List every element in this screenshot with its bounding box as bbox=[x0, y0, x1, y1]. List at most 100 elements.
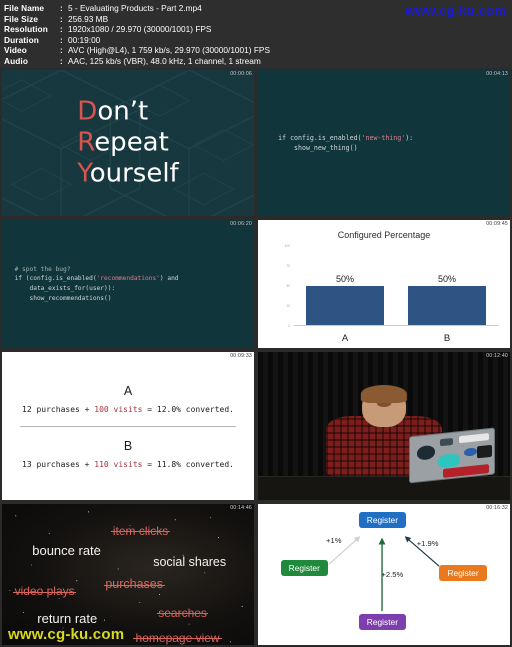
bar-b bbox=[408, 285, 486, 325]
thumbnail-timestamp: 00:00:06 bbox=[230, 71, 252, 77]
chart-bar-group-a: 50% bbox=[306, 246, 384, 325]
thumbnail-code-spot-the-bug[interactable]: # spot the bug? if (config.is_enabled('r… bbox=[0, 218, 256, 350]
dry-rest-d: on’t bbox=[97, 96, 149, 127]
thumbnail-register-diagram[interactable]: Register Register Register Register +1% … bbox=[256, 502, 512, 647]
sticker-dot-icon bbox=[463, 447, 478, 458]
sticker-circle-icon bbox=[416, 444, 436, 461]
metadata-label: File Name bbox=[4, 3, 45, 13]
word-bounce-rate: bounce rate bbox=[32, 543, 101, 559]
y-tick-label: 0 bbox=[288, 324, 290, 328]
metadata-separator: : bbox=[60, 45, 63, 55]
dry-slide-frame: Don’t Repeat Yourself bbox=[2, 70, 254, 216]
word-cloud-frame: item clicks bounce rate social shares vi… bbox=[2, 504, 254, 645]
metadata-separator: : bbox=[60, 13, 63, 24]
file-metadata-header: File Name : 5 - Evaluating Products - Pa… bbox=[0, 0, 512, 66]
metadata-label: File Size bbox=[4, 13, 39, 24]
word-homepage-view: homepage view bbox=[133, 630, 223, 645]
group-b-pre: 13 purchases + bbox=[22, 459, 95, 469]
sticker-dark-icon bbox=[477, 445, 493, 459]
dry-rest-r: epeat bbox=[94, 127, 169, 158]
ab-comparison-slide: A 12 purchases + 100 visits = 12.0% conv… bbox=[2, 352, 254, 500]
dry-line-1: Don’t bbox=[77, 97, 178, 128]
y-tick-label: 75 bbox=[286, 264, 290, 268]
thumbnail-timestamp: 00:09:33 bbox=[230, 353, 252, 359]
chart-y-axis: 100 75 50 25 0 bbox=[278, 244, 292, 328]
thumbnail-timestamp: 00:16:32 bbox=[486, 505, 508, 511]
word-return-rate: return rate bbox=[37, 611, 98, 627]
register-node-right[interactable]: Register bbox=[439, 564, 487, 581]
bar-a bbox=[306, 285, 384, 325]
bar-value-label: 50% bbox=[335, 273, 354, 284]
register-node-top[interactable]: Register bbox=[358, 512, 406, 529]
code-line1-pre: if (config.is_enabled( bbox=[14, 275, 97, 283]
code-line1-pre: if config.is_enabled( bbox=[278, 134, 362, 142]
metadata-row: Audio : AAC, 125 kb/s (VBR), 48.0 kHz, 1… bbox=[4, 56, 512, 67]
word-social-shares: social shares bbox=[153, 554, 227, 569]
group-a-post: = 12.0% converted. bbox=[142, 404, 234, 414]
thumbnail-grid: Don’t Repeat Yourself 00:00:06 if config… bbox=[0, 68, 512, 647]
code-slide-1: if config.is_enabled('new-thing'): show_… bbox=[258, 70, 510, 216]
x-tick-label: B bbox=[443, 333, 451, 344]
webcam-frame bbox=[258, 352, 510, 500]
chart-x-axis: A B bbox=[294, 333, 498, 344]
metadata-separator: : bbox=[60, 3, 63, 13]
code-line1-post: ) and bbox=[159, 275, 179, 283]
site-watermark-top: www.cg-ku.com bbox=[404, 3, 506, 18]
edge-label-right: +1.9% bbox=[416, 539, 439, 549]
sticker-banner-icon bbox=[458, 432, 489, 444]
word-purchases: purchases bbox=[103, 577, 165, 592]
thumbnail-presenter-webcam[interactable]: 00:12:40 bbox=[256, 350, 512, 502]
desk-surface bbox=[258, 476, 510, 500]
code-line1-string: 'new-thing' bbox=[361, 134, 406, 142]
chart-title: Configured Percentage bbox=[337, 230, 431, 240]
code-line1-post: ): bbox=[405, 134, 414, 142]
metadata-value: 256.93 MB bbox=[68, 13, 109, 24]
register-variants-diagram: Register Register Register Register +1% … bbox=[258, 504, 510, 645]
metadata-row: Duration : 00:19:00 bbox=[4, 35, 512, 46]
thumbnail-code-feature-flag[interactable]: if config.is_enabled('new-thing'): show_… bbox=[256, 68, 512, 218]
metadata-value: AAC, 125 kb/s (VBR), 48.0 kHz, 1 channel… bbox=[68, 55, 261, 66]
code-line2: data_exists_for(user)): bbox=[14, 285, 116, 292]
metadata-separator: : bbox=[60, 55, 63, 66]
y-tick-label: 100 bbox=[284, 244, 290, 248]
dry-acronym-text: Don’t Repeat Yourself bbox=[77, 97, 178, 190]
metadata-value: 00:19:00 bbox=[68, 34, 101, 45]
code-line1-string: 'recommendations' bbox=[96, 275, 160, 283]
group-b-post: = 11.8% converted. bbox=[142, 459, 234, 469]
edge-label-bottom: +2.5% bbox=[381, 570, 404, 580]
metadata-separator: : bbox=[60, 24, 63, 34]
chart-plot-area: 100 75 50 25 0 50% 50% bbox=[278, 244, 502, 328]
metadata-label: Duration bbox=[4, 34, 39, 45]
register-node-bottom[interactable]: Register bbox=[358, 613, 406, 630]
bar-value-label: 50% bbox=[437, 273, 456, 284]
presenter-hair bbox=[360, 384, 408, 403]
code-block: if config.is_enabled('new-thing'): show_… bbox=[278, 133, 413, 153]
metadata-value: 5 - Evaluating Products - Part 2.mp4 bbox=[68, 3, 202, 13]
dry-cap-r: R bbox=[77, 127, 95, 158]
thumbnail-ab-conversion[interactable]: A 12 purchases + 100 visits = 12.0% conv… bbox=[0, 350, 256, 502]
y-tick-label: 25 bbox=[286, 304, 290, 308]
laptop bbox=[409, 427, 495, 484]
thumbnail-dry-slide[interactable]: Don’t Repeat Yourself 00:00:06 bbox=[0, 68, 256, 218]
group-b-letter: B bbox=[123, 438, 133, 453]
thumbnail-timestamp: 00:14:46 bbox=[230, 505, 252, 511]
dry-line-3: Yourself bbox=[77, 159, 178, 190]
code-block: # spot the bug? if (config.is_enabled('r… bbox=[15, 265, 179, 303]
group-b-highlight: 110 visits bbox=[94, 459, 143, 469]
metadata-label: Video bbox=[4, 45, 27, 55]
metadata-row: Video : AVC (High@L4), 1 759 kb/s, 29.97… bbox=[4, 45, 512, 56]
thumbnail-metrics-word-cloud[interactable]: item clicks bounce rate social shares vi… bbox=[0, 502, 256, 647]
thumbnail-bar-chart[interactable]: Configured Percentage 100 75 50 25 0 50% bbox=[256, 218, 512, 350]
dry-rest-y: ourself bbox=[89, 158, 179, 189]
divider bbox=[20, 425, 236, 427]
group-a-letter: A bbox=[123, 383, 133, 398]
metadata-value: 1920x1080 / 29.970 (30000/1001) FPS bbox=[68, 24, 212, 34]
code-comment: # spot the bug? bbox=[14, 265, 71, 273]
register-node-left[interactable]: Register bbox=[280, 560, 328, 577]
edge-label-left: +1% bbox=[326, 536, 342, 546]
thumbnail-timestamp: 00:09:45 bbox=[486, 221, 508, 227]
word-searches: searches bbox=[156, 605, 209, 620]
sticker-square-icon bbox=[440, 437, 454, 446]
site-watermark-bottom: www.cg-ku.com bbox=[8, 626, 125, 643]
thumbnail-timestamp: 00:12:40 bbox=[486, 353, 508, 359]
